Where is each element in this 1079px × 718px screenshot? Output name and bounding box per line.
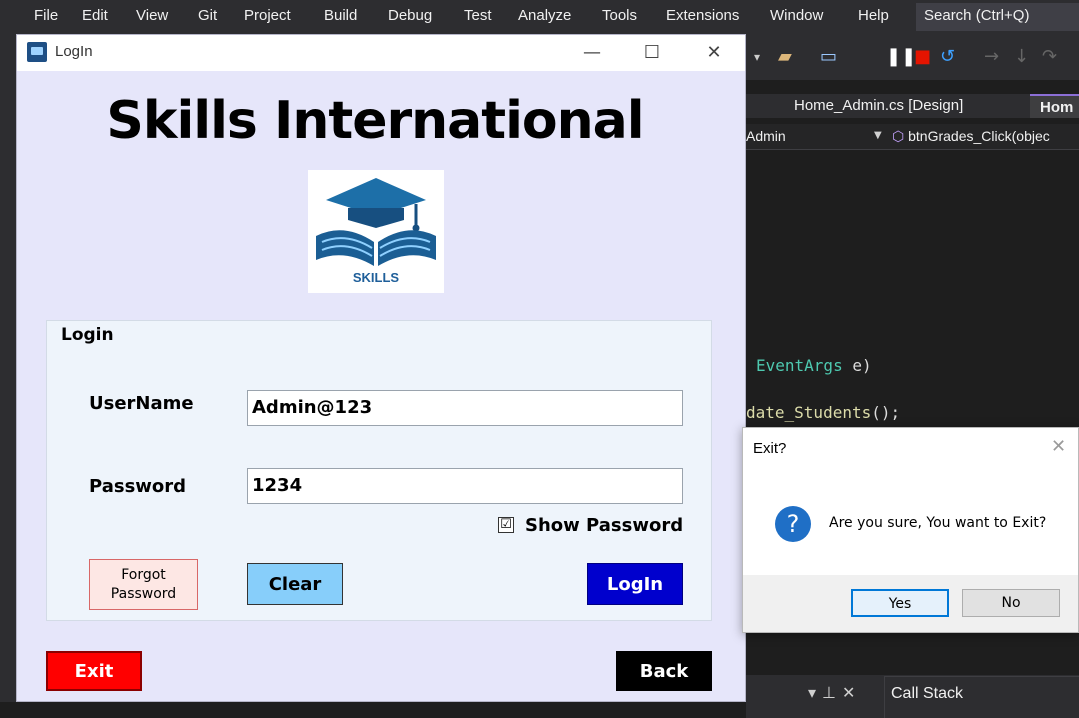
exit-dialog: Exit? ✕ ? Are you sure, You want to Exit… (742, 427, 1079, 633)
minimize-icon[interactable]: — (572, 38, 612, 68)
menu-debug[interactable]: Debug (388, 7, 432, 24)
back-button[interactable]: Back (616, 651, 712, 691)
tab-home-admin-design[interactable]: Home_Admin.cs [Design] (784, 94, 973, 118)
menu-edit[interactable]: Edit (82, 7, 108, 24)
ide-search-input[interactable]: Search (Ctrl+Q) (916, 3, 1079, 31)
skills-logo: SKILLS (308, 170, 444, 293)
password-input[interactable]: 1234 (247, 468, 683, 504)
stop-icon[interactable]: ■ (914, 46, 931, 67)
show-password-label[interactable]: Show Password (525, 515, 683, 536)
step-into-icon[interactable]: ↓ (1014, 46, 1029, 67)
brand-title: Skills International (106, 91, 644, 151)
menu-project[interactable]: Project (244, 7, 291, 24)
clear-button[interactable]: Clear (247, 563, 343, 605)
login-button[interactable]: LogIn (587, 563, 683, 605)
folder-icon[interactable]: ▰ (778, 46, 792, 67)
login-groupbox: Login UserName Admin@123 Password 1234 ☑… (46, 320, 712, 621)
step-out-icon[interactable]: ↷ (1042, 46, 1057, 67)
dialog-title: Exit? (753, 440, 787, 457)
show-password-checkbox[interactable]: ☑ (498, 517, 514, 533)
dropdown-arrow-icon[interactable]: ▾ (808, 683, 822, 702)
username-label: UserName (89, 393, 194, 414)
pin-icon[interactable]: ⊥ (822, 683, 842, 702)
dropdown-arrow-icon[interactable]: ▾ (754, 50, 760, 64)
close-icon[interactable]: ✕ (1051, 436, 1066, 457)
ide-menubar: File Edit View Git Project Build Debug T… (0, 0, 1079, 34)
app-icon (27, 42, 47, 62)
ide-toolbar: ▾ ▰ ▭ ❚❚ ■ ↺ → ↓ ↷ (746, 34, 1079, 80)
ide-navigation-bar: Admin ▼ ⬡ btnGrades_Click(objec (746, 124, 1079, 150)
menu-help[interactable]: Help (858, 7, 889, 24)
method-icon: ⬡ (892, 128, 905, 144)
yes-button[interactable]: Yes (851, 589, 949, 617)
menu-view[interactable]: View (136, 7, 168, 24)
ide-left-strip (0, 34, 16, 718)
menu-git[interactable]: Git (198, 7, 217, 24)
window-icon[interactable]: ▭ (820, 46, 837, 67)
member-dropdown[interactable]: ⬡ btnGrades_Click(objec (892, 128, 1050, 145)
chevron-down-icon[interactable]: ▼ (874, 130, 882, 141)
menu-extensions[interactable]: Extensions (666, 7, 739, 24)
tab-home-admin-cs[interactable]: Hom (1030, 94, 1079, 118)
menu-build[interactable]: Build (324, 7, 357, 24)
menu-window[interactable]: Window (770, 7, 823, 24)
login-titlebar: LogIn — ☐ ✕ (17, 35, 745, 71)
exit-button[interactable]: Exit (46, 651, 142, 691)
menu-tools[interactable]: Tools (602, 7, 637, 24)
call-stack-panel-title[interactable]: Call Stack (884, 676, 1079, 718)
ide-status-strip (0, 702, 746, 718)
menu-test[interactable]: Test (464, 7, 492, 24)
password-label: Password (89, 476, 187, 497)
username-input[interactable]: Admin@123 (247, 390, 683, 426)
menu-analyze[interactable]: Analyze (518, 7, 571, 24)
class-dropdown[interactable]: Admin (746, 128, 786, 144)
menu-file[interactable]: File (34, 7, 58, 24)
groupbox-title: Login (61, 325, 114, 345)
no-button[interactable]: No (962, 589, 1060, 617)
code-line: date_Students(); (746, 403, 901, 422)
close-icon[interactable]: ✕ (842, 683, 861, 702)
code-line: EventArgs e) (756, 356, 872, 375)
dialog-footer: Yes No (743, 575, 1078, 632)
step-over-icon[interactable]: → (984, 46, 999, 67)
close-icon[interactable]: ✕ (694, 38, 734, 68)
ide-document-tabs: Home_Admin.cs [Design] Hom (746, 94, 1079, 118)
logo-text: SKILLS (352, 270, 400, 285)
question-icon: ? (775, 506, 811, 542)
window-title: LogIn (55, 43, 93, 60)
login-window: LogIn — ☐ ✕ Skills International SKILLS … (16, 34, 746, 702)
panel-controls: ▾⊥✕ (808, 683, 861, 702)
pause-icon[interactable]: ❚❚ (886, 46, 916, 67)
maximize-icon[interactable]: ☐ (632, 38, 672, 68)
restart-icon[interactable]: ↺ (940, 46, 955, 67)
dialog-message: Are you sure, You want to Exit? (829, 515, 1047, 531)
graduation-cap-book-icon (316, 178, 436, 266)
forgot-password-button[interactable]: Forgot Password (89, 559, 198, 610)
